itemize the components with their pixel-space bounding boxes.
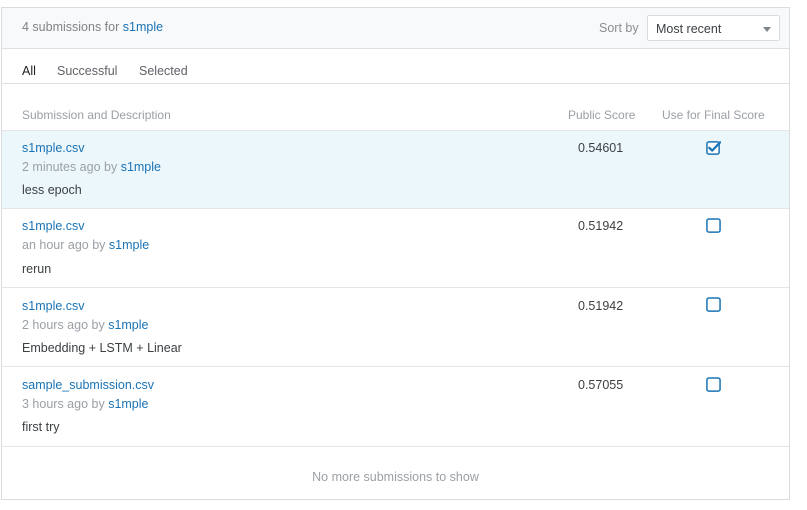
submission-row: s1mple.csv 2 minutes ago by s1mple less …	[2, 130, 789, 209]
submission-file-link[interactable]: s1mple.csv	[22, 219, 85, 233]
sort-label: Sort by	[599, 21, 639, 35]
final-score-checkbox[interactable]	[706, 297, 721, 312]
submission-description: rerun	[22, 262, 52, 276]
submission-time: an hour ago by	[22, 238, 106, 252]
submission-file-link[interactable]: s1mple.csv	[22, 141, 85, 155]
submission-time: 2 minutes ago by	[22, 160, 118, 174]
submissions-header: 4 submissions for s1mple Sort by Most re…	[2, 8, 789, 49]
submission-row: s1mple.csv 2 hours ago by s1mple Embeddi…	[2, 288, 789, 367]
submission-meta: 2 hours ago by s1mple	[22, 318, 148, 332]
submission-file-link[interactable]: s1mple.csv	[22, 299, 85, 313]
submission-public-score: 0.51942	[578, 299, 624, 313]
submission-meta: an hour ago by s1mple	[22, 238, 149, 252]
submission-user-link[interactable]: s1mple	[108, 318, 148, 332]
final-score-checkbox[interactable]	[706, 377, 721, 392]
submissions-panel: 4 submissions for s1mple Sort by Most re…	[1, 7, 790, 500]
submission-meta: 3 hours ago by s1mple	[22, 397, 148, 411]
submission-public-score: 0.57055	[578, 378, 624, 392]
final-score-checkbox[interactable]	[706, 218, 721, 233]
sort-dropdown-value: Most recent	[656, 22, 722, 36]
tab-all[interactable]: All	[22, 64, 36, 78]
submission-user-link[interactable]: s1mple	[121, 160, 161, 174]
submission-meta: 2 minutes ago by s1mple	[22, 160, 161, 174]
submission-description: Embedding + LSTM + Linear	[22, 341, 182, 355]
tab-successful[interactable]: Successful	[57, 64, 117, 78]
tab-selected[interactable]: Selected	[139, 64, 188, 78]
submission-file-link[interactable]: sample_submission.csv	[22, 378, 154, 392]
chevron-down-icon	[763, 27, 771, 32]
submission-public-score: 0.54601	[578, 141, 624, 155]
submission-description: first try	[22, 420, 60, 434]
title-user-link[interactable]: s1mple	[123, 20, 163, 34]
filter-tabs: All Successful Selected	[2, 49, 789, 84]
submissions-count-title: 4 submissions for s1mple	[22, 20, 163, 34]
submission-public-score: 0.51942	[578, 219, 624, 233]
submission-row: s1mple.csv an hour ago by s1mple rerun 0…	[2, 209, 789, 288]
submission-user-link[interactable]: s1mple	[108, 397, 148, 411]
column-header-public-score: Public Score	[568, 108, 636, 122]
no-more-submissions-text: No more submissions to show	[312, 470, 479, 484]
column-header-final-score: Use for Final Score	[662, 108, 765, 122]
submission-row: sample_submission.csv 3 hours ago by s1m…	[2, 367, 789, 447]
submission-user-link[interactable]: s1mple	[109, 238, 149, 252]
submission-time: 3 hours ago by	[22, 397, 105, 411]
title-prefix: 4 submissions for	[22, 20, 120, 34]
submission-time: 2 hours ago by	[22, 318, 105, 332]
submission-description: less epoch	[22, 183, 82, 197]
sort-dropdown[interactable]: Most recent	[647, 15, 780, 41]
list-footer: No more submissions to show	[2, 448, 789, 500]
final-score-checkbox-checked[interactable]	[706, 140, 721, 155]
column-header-submission: Submission and Description	[22, 108, 171, 122]
